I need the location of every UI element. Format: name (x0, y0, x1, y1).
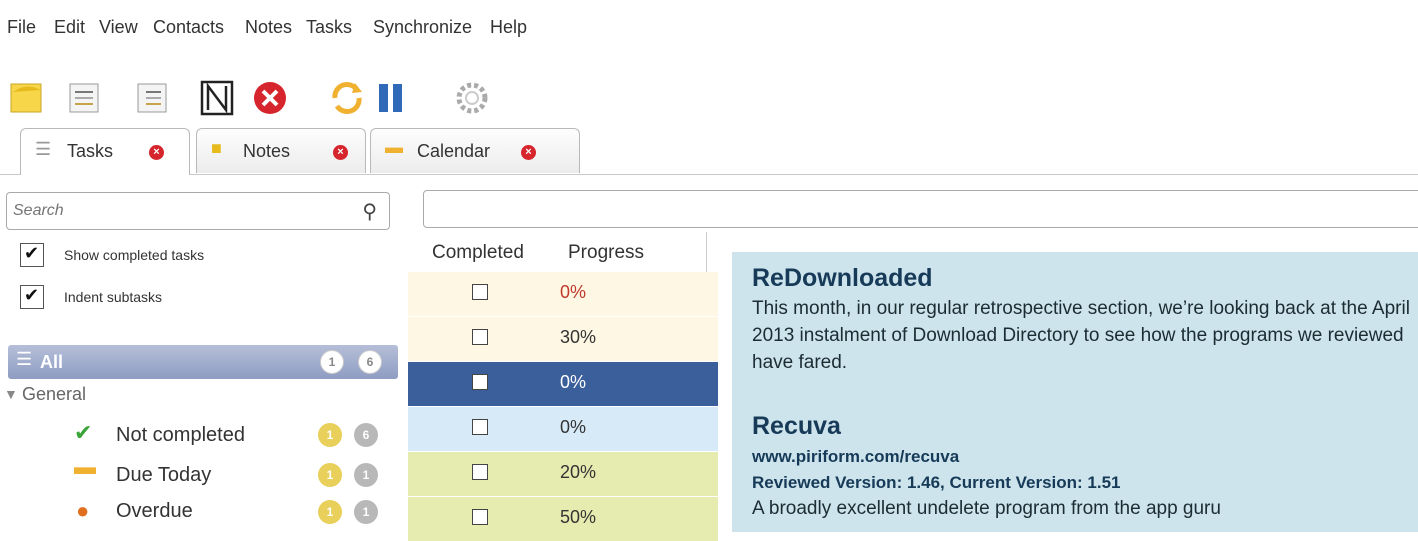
progress-cell: 0% (560, 282, 587, 302)
search-input[interactable] (11, 197, 355, 225)
filter-input[interactable] (423, 190, 1418, 228)
task-list-icon: ☰ (35, 139, 52, 159)
pause-icon[interactable] (371, 78, 411, 118)
calendar-icon: ▬ (385, 137, 403, 157)
count-badge: 1 (354, 500, 378, 524)
table-row[interactable]: 0% (408, 272, 718, 316)
tab-calendar-label: Calendar (417, 141, 491, 161)
column-header-progress[interactable]: Progress (568, 242, 644, 264)
tab-tasks[interactable]: ☰ Tasks × (20, 128, 190, 175)
count-badge: 1 (318, 463, 342, 487)
new-note-icon[interactable] (8, 78, 48, 118)
menu-edit[interactable]: Edit (54, 17, 85, 38)
completed-checkbox[interactable] (472, 419, 488, 435)
completed-checkbox[interactable] (472, 374, 488, 390)
delete-icon[interactable] (250, 78, 290, 118)
tab-calendar[interactable]: ▬ Calendar × (370, 128, 580, 173)
indent-subtasks-checkbox[interactable] (20, 285, 44, 309)
menu-view[interactable]: View (99, 17, 138, 38)
close-icon[interactable]: × (149, 145, 164, 160)
menu-notes[interactable]: Notes (245, 17, 292, 38)
settings-icon[interactable] (452, 78, 492, 118)
menu-tasks[interactable]: Tasks (306, 17, 352, 38)
menu-help[interactable]: Help (490, 17, 527, 38)
new-subtask-icon[interactable] (132, 78, 172, 118)
table-row[interactable]: 0% (408, 362, 718, 406)
search-icon[interactable]: ⚲ (362, 199, 377, 224)
edit-icon[interactable] (198, 78, 238, 118)
checkmark-icon: ✔ (74, 420, 93, 445)
article-subheading: Recuva (752, 412, 841, 440)
sidebar-item-all[interactable]: ☰ All 1 6 (8, 345, 398, 379)
completed-checkbox[interactable] (472, 284, 488, 300)
sidebar-item-due-today[interactable]: Due Today (116, 464, 211, 487)
table-row[interactable]: 20% (408, 452, 718, 496)
tab-notes-label: Notes (243, 141, 291, 161)
count-badge: 1 (320, 350, 344, 374)
progress-cell: 30% (560, 327, 597, 347)
count-badge: 1 (318, 500, 342, 524)
show-completed-checkbox[interactable] (20, 243, 44, 267)
table-row[interactable]: 0% (408, 407, 718, 451)
note-icon: ■ (211, 138, 222, 158)
close-icon[interactable]: × (521, 145, 536, 160)
completed-checkbox[interactable] (472, 329, 488, 345)
menu-bar: File Edit View Contacts Notes Tasks Sync… (0, 0, 1418, 58)
tab-notes[interactable]: ■ Notes × (196, 128, 366, 173)
article-panel: ReDownloaded This month, in our regular … (732, 252, 1418, 532)
menu-contacts[interactable]: Contacts (153, 17, 224, 38)
menu-file[interactable]: File (7, 17, 36, 38)
article-heading: ReDownloaded (752, 264, 933, 292)
count-badge: 1 (354, 463, 378, 487)
tab-tasks-label: Tasks (67, 141, 114, 161)
column-divider (706, 232, 707, 272)
close-icon[interactable]: × (333, 145, 348, 160)
task-list-icon: ☰ (16, 349, 33, 369)
group-general[interactable]: General (22, 384, 86, 405)
count-badge: 6 (358, 350, 382, 374)
triangle-down-icon[interactable]: ▼ (4, 386, 18, 402)
completed-checkbox[interactable] (472, 464, 488, 480)
article-version: Reviewed Version: 1.46, Current Version:… (752, 473, 1121, 492)
count-badge: 6 (354, 423, 378, 447)
sync-icon[interactable] (327, 78, 367, 118)
sidebar-item-all-label: All (40, 352, 64, 372)
article-body: This month, in our regular retrospective… (752, 298, 1410, 373)
sidebar-item-not-completed[interactable]: Not completed (116, 424, 245, 447)
article-teaser: A broadly excellent undelete program fro… (752, 498, 1221, 519)
table-row[interactable]: 30% (408, 317, 718, 361)
progress-cell: 0% (560, 417, 587, 437)
progress-cell: 20% (560, 462, 597, 482)
article-url: www.piriform.com/recuva (752, 447, 960, 466)
column-header-completed[interactable]: Completed (432, 242, 524, 264)
count-badge: 1 (318, 423, 342, 447)
calendar-icon: ▬ (74, 454, 96, 479)
sidebar-item-overdue[interactable]: Overdue (116, 500, 193, 523)
completed-checkbox[interactable] (472, 509, 488, 525)
indent-subtasks-label: Indent subtasks (64, 289, 163, 305)
table-row[interactable]: 50% (408, 497, 718, 541)
search-box: ⚲ (6, 192, 390, 230)
progress-cell: 0% (560, 372, 587, 392)
progress-cell: 50% (560, 507, 597, 527)
menu-synchronize[interactable]: Synchronize (373, 17, 472, 38)
warning-icon: ● (76, 498, 90, 523)
new-task-icon[interactable] (64, 78, 104, 118)
show-completed-label: Show completed tasks (64, 247, 205, 263)
